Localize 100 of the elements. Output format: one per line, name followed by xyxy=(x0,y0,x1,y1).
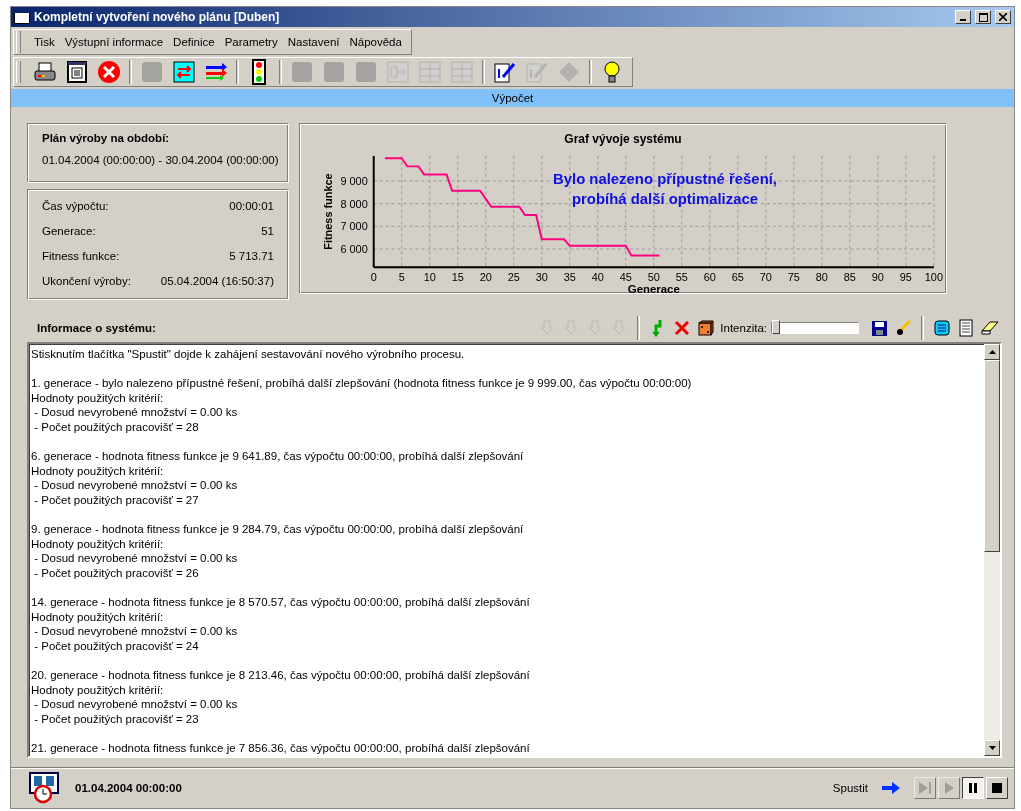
step-forward-icon xyxy=(918,782,932,794)
menu-item[interactable]: Výstupní informace xyxy=(59,30,169,54)
log-line: Hodnoty použitých kritérií: xyxy=(31,536,165,552)
menu-item[interactable]: Nápověda xyxy=(344,30,407,54)
log-line: - Počet použitých pracovišť = 24 xyxy=(33,638,200,654)
x-tick-label: 0 xyxy=(370,271,377,284)
down-arrow-icon xyxy=(611,320,628,336)
run-label: Spustit xyxy=(832,782,868,794)
x-tick-label: 5 xyxy=(398,271,405,284)
x-tick-label: 70 xyxy=(759,271,772,284)
blank-square-icon xyxy=(355,61,377,83)
log-line: 20. generace - hodnota fitness funkce je 8 213.46, čas výpočtu 00:00:00, probíhá další zlepšování xyxy=(31,668,531,683)
section-header: Výpočet xyxy=(11,89,1014,107)
close-button[interactable] xyxy=(995,10,1011,24)
status-message: Bylo nalezeno přípustné řešení, xyxy=(553,170,777,187)
brush-icon xyxy=(895,320,911,336)
log-tool-button[interactable] xyxy=(869,318,889,338)
x-tick-label: 50 xyxy=(647,271,660,284)
menu-item[interactable]: Definice xyxy=(168,30,220,54)
log-line: Hodnoty použitých kritérií: xyxy=(31,390,165,406)
stat-value: 51 xyxy=(261,225,274,239)
right-arrow-icon xyxy=(882,782,900,794)
x-tick-label: 20 xyxy=(479,271,492,284)
x-tick-label: 85 xyxy=(843,271,856,284)
diamond-icon xyxy=(558,61,580,83)
log-line: Stisknutím tlačítka "Spustit" dojde k zahájení sestavování nového výrobního procesu. xyxy=(31,347,466,362)
printer-icon xyxy=(34,61,56,83)
checklist-icon xyxy=(959,319,973,337)
blank-square-icon xyxy=(141,61,163,83)
x-axis-title: Generace xyxy=(627,283,680,293)
stat-value: 5 713.71 xyxy=(229,250,274,264)
intensity-slider[interactable] xyxy=(771,322,859,334)
log-line: Hodnoty použitých kritérií: xyxy=(31,609,165,625)
window-title: Kompletní vytvoření nového plánu [Duben] xyxy=(34,10,281,24)
minimize-button[interactable] xyxy=(955,10,971,24)
x-tick-label: 80 xyxy=(815,271,828,284)
log-line: Hodnoty použitých kritérií: xyxy=(31,682,165,698)
x-tick-label: 35 xyxy=(563,271,576,284)
plan-heading: Plán výroby na období: xyxy=(42,132,171,144)
stat-label: Generace: xyxy=(42,225,96,239)
edit-document-icon xyxy=(494,61,516,83)
window-icon xyxy=(14,10,30,24)
x-tick-label: 75 xyxy=(787,271,800,284)
x-tick-label: 60 xyxy=(703,271,716,284)
grid-icon xyxy=(419,61,441,83)
x-tick-label: 45 xyxy=(619,271,632,284)
stat-value: 05.04.2004 (16:50:37) xyxy=(160,275,274,289)
up-arrow-icon xyxy=(988,350,996,354)
status-message: probíhá další optimalizace xyxy=(572,190,758,207)
log-line: 14. generace - hodnota fitness funkce je 8 570.57, čas výpočtu 00:00:00, probíhá další zlepšování xyxy=(31,595,531,610)
log-line: - Počet použitých pracovišť = 26 xyxy=(33,565,200,581)
maximize-button[interactable] xyxy=(975,10,991,24)
x-tick-label: 30 xyxy=(535,271,548,284)
log-line: - Dosud nevyrobené množství = 0.00 ks xyxy=(33,551,239,566)
y-tick-label: 7 000 xyxy=(340,220,368,233)
delete-icon xyxy=(674,320,691,336)
plan-range: 01.04.2004 (00:00:00) - 30.04.2004 (00:00:00) xyxy=(42,154,280,166)
down-arrow-icon xyxy=(652,319,665,337)
calendar-clock-icon xyxy=(27,772,61,804)
y-axis-title: Fitness funkce xyxy=(322,173,334,250)
log-tool-button[interactable] xyxy=(696,318,717,338)
play-icon xyxy=(944,782,954,794)
dice-icon xyxy=(698,320,715,336)
down-arrow-icon xyxy=(587,320,604,336)
save-icon xyxy=(871,320,887,336)
scroll-down-button[interactable] xyxy=(984,740,1000,756)
menu-item[interactable]: Parametry xyxy=(219,30,283,54)
flow-chart-icon xyxy=(387,61,409,83)
x-tick-label: 55 xyxy=(675,271,688,284)
scroll-up-button[interactable] xyxy=(984,344,1000,360)
menu-item[interactable]: Nastavení xyxy=(282,30,345,54)
toolbar-button[interactable] xyxy=(64,58,90,86)
down-arrow-icon xyxy=(563,320,580,336)
current-datetime: 01.04.2004 00:00:00 xyxy=(75,782,182,794)
log-text-area[interactable] xyxy=(27,342,1002,758)
x-tick-label: 25 xyxy=(507,271,520,284)
log-tool-button[interactable] xyxy=(932,318,952,338)
log-line: - Počet použitých pracovišť = 27 xyxy=(33,492,200,508)
log-line: - Dosud nevyrobené množství = 0.00 ks xyxy=(33,624,239,639)
maximize-icon xyxy=(978,12,988,22)
stat-label: Ukončení výroby: xyxy=(42,275,131,289)
document-icon xyxy=(67,61,87,83)
menu-item[interactable]: Tisk xyxy=(29,30,60,54)
log-line: 21. generace - hodnota fitness funkce je 7 856.36, čas výpočtu 00:00:00, probíhá další zlepšování xyxy=(31,741,531,756)
arrows-icon xyxy=(204,61,228,83)
x-tick-label: 15 xyxy=(451,271,464,284)
x-tick-label: 100 xyxy=(924,271,943,284)
playback-button[interactable] xyxy=(962,777,984,799)
slider-thumb[interactable] xyxy=(771,320,780,334)
down-arrow-icon xyxy=(539,320,556,336)
stat-label: Čas výpočtu: xyxy=(42,200,109,214)
y-tick-label: 9 000 xyxy=(340,174,368,187)
scrollbar[interactable] xyxy=(984,344,1000,756)
down-arrow-icon xyxy=(988,746,996,750)
log-tool-button[interactable] xyxy=(980,318,1000,338)
scroll-thumb[interactable] xyxy=(984,360,1000,552)
cancel-icon xyxy=(97,60,121,84)
pause-icon xyxy=(969,783,977,793)
light-bulb-icon xyxy=(603,60,621,84)
eraser-icon xyxy=(981,321,999,335)
